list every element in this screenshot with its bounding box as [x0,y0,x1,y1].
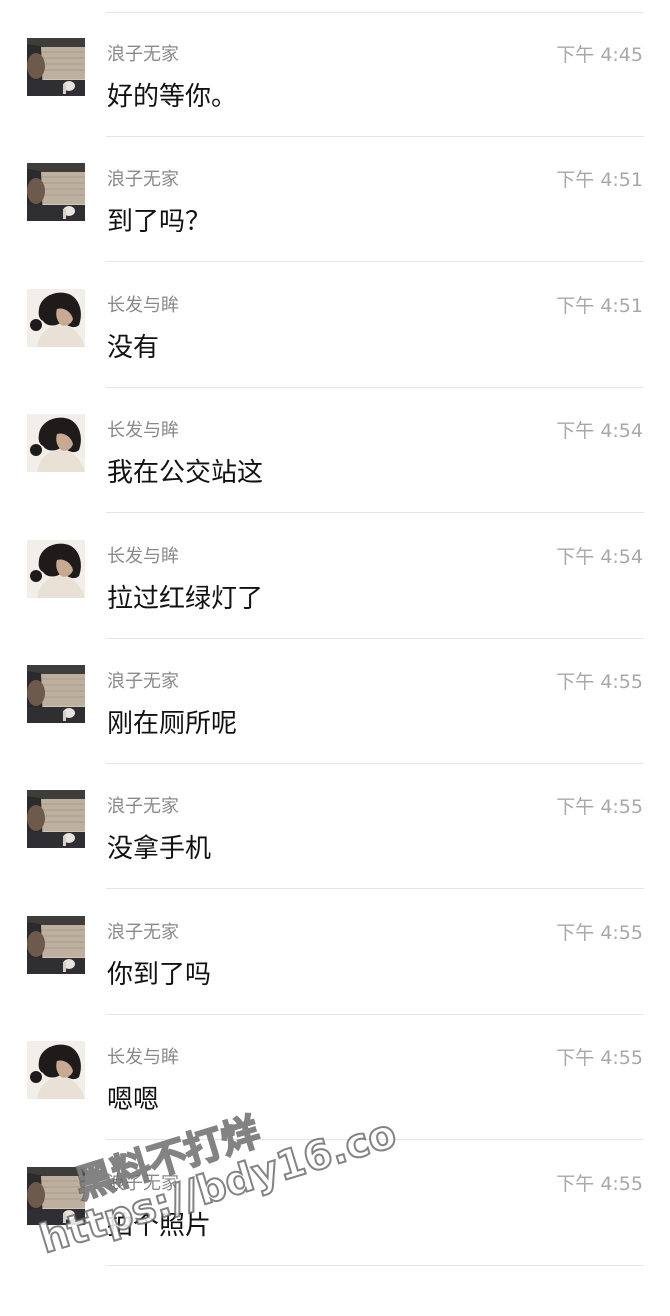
sender-name: 浪子无家 [107,921,179,943]
message-time: 下午 4:45 [556,44,643,66]
chat-message-list: 浪子无家 下午 4:45 好的等你。 浪子无家 下午 4:51 到了吗？ 长发与眸 下午 4:… [0,0,670,1280]
sender-name: 浪子无家 [107,796,179,818]
avatar[interactable] [27,1166,85,1225]
sender-name: 长发与眸 [107,545,179,567]
woman-dark-hair-avatar [27,1041,85,1100]
message-text: 你到了吗 [107,959,212,990]
message-row[interactable]: 浪子无家 下午 4:45 好的等你。 [0,12,670,137]
man-in-car-avatar [27,665,85,723]
man-in-car-avatar [27,915,85,974]
message-row[interactable]: 长发与眸 下午 4:54 拉过红绿灯了 [0,514,670,639]
sender-name: 浪子无家 [107,169,179,191]
man-in-car-avatar [27,38,85,96]
message-row[interactable]: 浪子无家 下午 4:51 到了吗？ [0,137,670,263]
message-text: 我在公交站这 [107,458,264,489]
avatar[interactable] [27,38,85,96]
message-time: 下午 4:55 [556,796,643,819]
avatar[interactable] [27,163,85,222]
man-in-car-avatar [27,790,85,849]
message-row[interactable]: 浪子无家 下午 4:55 你到了吗 [0,890,670,1015]
sender-name: 长发与眸 [107,1047,179,1069]
avatar[interactable] [27,665,85,723]
woman-dark-hair-avatar [27,414,85,473]
sender-name: 浪子无家 [107,1172,179,1194]
message-text: 到了吗？ [107,207,212,238]
avatar[interactable] [27,790,85,849]
message-row[interactable]: 长发与眸 下午 4:55 嗯嗯 [0,1015,670,1141]
avatar[interactable] [27,288,85,347]
message-row[interactable]: 长发与眸 下午 4:54 我在公交站这 [0,388,670,514]
message-text: 拉过红绿灯了 [107,583,264,614]
sender-name: 浪子无家 [107,44,179,65]
message-time: 下午 4:55 [556,671,643,693]
woman-dark-hair-avatar [27,539,85,598]
row-divider [106,1264,644,1266]
message-time: 下午 4:54 [556,420,643,443]
message-time: 下午 4:55 [556,921,643,944]
message-row[interactable]: 浪子无家 下午 4:55 刚在厕所呢 [0,639,670,764]
avatar[interactable] [27,414,85,473]
message-text: 拍个照片 [107,1210,212,1241]
message-text: 没拿手机 [107,834,212,865]
message-time: 下午 4:51 [556,294,643,317]
avatar[interactable] [27,539,85,598]
man-in-car-avatar [27,1166,85,1225]
message-time: 下午 4:55 [556,1172,643,1195]
message-text: 好的等你。 [107,82,238,112]
message-text: 没有 [107,332,160,363]
woman-dark-hair-avatar [27,288,85,347]
message-time: 下午 4:54 [556,545,643,568]
message-text: 嗯嗯 [107,1085,160,1116]
sender-name: 长发与眸 [107,294,179,316]
avatar[interactable] [27,915,85,974]
avatar[interactable] [27,1041,85,1100]
message-row[interactable]: 浪子无家 下午 4:55 没拿手机 [0,764,670,890]
sender-name: 浪子无家 [107,671,179,692]
message-text: 刚在厕所呢 [107,709,238,739]
message-time: 下午 4:51 [556,169,643,192]
message-row[interactable]: 长发与眸 下午 4:51 没有 [0,263,670,388]
message-time: 下午 4:55 [556,1047,643,1070]
man-in-car-avatar [27,163,85,222]
sender-name: 长发与眸 [107,420,179,442]
message-row[interactable]: 浪子无家 下午 4:55 拍个照片 [0,1141,670,1266]
